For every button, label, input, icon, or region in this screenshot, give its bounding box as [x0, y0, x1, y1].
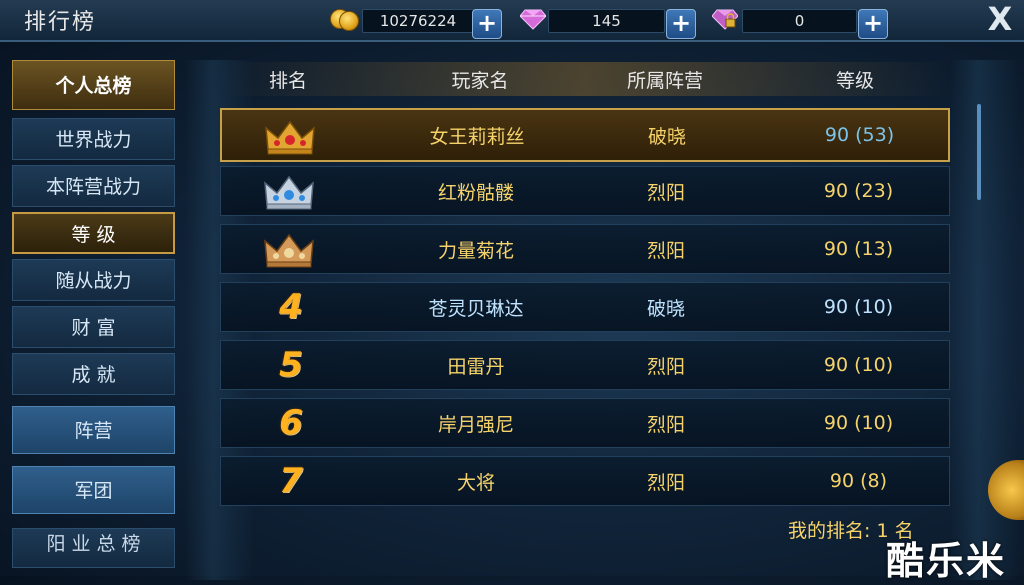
sidebar-item-partial[interactable]: 阳 业 总 榜: [12, 528, 175, 568]
locked-gem-amount: 0: [742, 9, 857, 33]
gold-coin-icon: [330, 6, 360, 32]
player-level: 90 (10): [823, 296, 894, 318]
gem-resource: 145 +: [520, 6, 700, 39]
player-name: 大将: [456, 471, 495, 494]
sidebar-item-camp[interactable]: 阵营: [12, 406, 175, 454]
player-level: 90 (23): [823, 180, 894, 202]
header-level: 等级: [835, 70, 874, 92]
table-row[interactable]: 4 苍灵贝琳达 破晓 90 (10): [220, 282, 950, 332]
player-level: 90 (10): [823, 354, 894, 376]
player-level: 90 (8): [829, 470, 888, 492]
locked-gem-resource: 0 +: [712, 6, 892, 39]
rank-number: 5: [279, 345, 303, 385]
sidebar-item-world-power[interactable]: 世界战力: [12, 118, 175, 160]
player-camp: 破晓: [646, 297, 685, 320]
locked-diamond-icon: [712, 9, 738, 30]
sidebar-item-achievement[interactable]: 成 就: [12, 353, 175, 395]
player-camp: 烈阳: [646, 239, 685, 262]
silver-crown-icon: [264, 175, 314, 210]
table-row[interactable]: 6 岸月强尼 烈阳 90 (10): [220, 398, 950, 448]
sidebar-item-wealth[interactable]: 财 富: [12, 306, 175, 348]
player-name: 田雷丹: [447, 355, 505, 378]
player-camp: 烈阳: [646, 413, 685, 436]
player-name: 女王莉莉丝: [429, 125, 525, 148]
player-name: 苍灵贝琳达: [428, 297, 524, 320]
sidebar-item-camp-power[interactable]: 本阵营战力: [12, 165, 175, 207]
rank-number: 7: [279, 461, 303, 501]
watermark-logo: 酷乐米: [886, 539, 1007, 583]
diamond-icon: [520, 9, 546, 30]
page-title: 排行榜: [24, 10, 97, 35]
gold-resource: 10276224 +: [330, 6, 510, 39]
add-locked-gem-button[interactable]: +: [858, 9, 888, 39]
player-camp: 破晓: [647, 125, 686, 148]
player-camp: 烈阳: [646, 471, 685, 494]
sidebar-item-level[interactable]: 等 级: [12, 212, 175, 254]
player-name: 岸月强尼: [437, 413, 514, 436]
table-row[interactable]: 7 大将 烈阳 90 (8): [220, 456, 950, 506]
sidebar-item-follower-power[interactable]: 随从战力: [12, 259, 175, 301]
gold-crown-icon: [265, 120, 315, 155]
rank-number: 6: [279, 403, 303, 443]
rank-number: 4: [279, 287, 303, 327]
sidebar: 个人总榜 世界战力 本阵营战力 等 级 随从战力 财 富 成 就 阵营 军团: [0, 48, 182, 576]
player-level: 90 (10): [823, 412, 894, 434]
gold-amount: 10276224: [362, 9, 474, 33]
gem-amount: 145: [548, 9, 665, 33]
table-row[interactable]: 5 田雷丹 烈阳 90 (10): [220, 340, 950, 390]
table-row[interactable]: 女王莉莉丝 破晓 90 (53): [220, 108, 950, 162]
header-player: 玩家名: [451, 70, 509, 92]
close-button[interactable]: X: [984, 2, 1016, 36]
header-camp: 所属阵营: [626, 70, 703, 92]
bronze-crown-icon: [264, 233, 314, 268]
player-camp: 烈阳: [646, 181, 685, 204]
header-rank: 排名: [268, 70, 307, 92]
sidebar-item-legion[interactable]: 军团: [12, 466, 175, 514]
table-row[interactable]: 红粉骷髅 烈阳 90 (23): [220, 166, 950, 216]
add-gem-button[interactable]: +: [666, 9, 696, 39]
table-row[interactable]: 力量菊花 烈阳 90 (13): [220, 224, 950, 274]
player-name: 力量菊花: [437, 239, 514, 262]
top-bar: 排行榜 10276224 + 145 + 0 + X: [0, 0, 1024, 42]
player-name: 红粉骷髅: [437, 181, 514, 204]
player-level: 90 (53): [824, 124, 895, 146]
player-camp: 烈阳: [646, 355, 685, 378]
player-level: 90 (13): [823, 238, 894, 260]
table-scrollbar[interactable]: [977, 104, 981, 200]
sidebar-item-personal-total[interactable]: 个人总榜: [12, 60, 175, 110]
add-gold-button[interactable]: +: [472, 9, 502, 39]
